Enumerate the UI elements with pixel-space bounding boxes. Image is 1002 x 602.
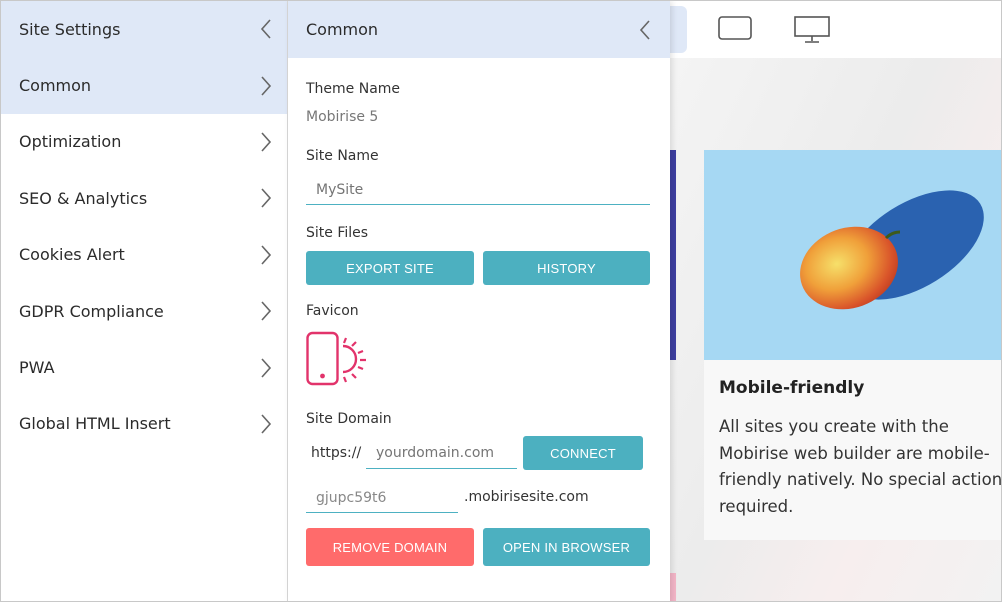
menu-item-label: GDPR Compliance: [19, 301, 164, 321]
preview-toolbar: [670, 1, 1001, 58]
remove-domain-button[interactable]: REMOVE DOMAIN: [306, 528, 474, 566]
chevron-right-icon: [261, 245, 272, 265]
site-domain-label: Site Domain: [306, 411, 392, 427]
site-name-input[interactable]: [306, 175, 650, 205]
app-frame: Site Settings Common Optimization SEO & …: [0, 0, 1002, 602]
menu-item-common[interactable]: Common: [1, 57, 287, 114]
connect-button[interactable]: CONNECT: [523, 436, 643, 470]
tablet-view-icon[interactable]: [718, 14, 752, 42]
export-site-button[interactable]: EXPORT SITE: [306, 251, 474, 285]
chevron-left-icon[interactable]: [259, 17, 273, 41]
panel-header: Common: [288, 1, 670, 58]
chevron-right-icon: [261, 301, 272, 321]
preview-accent-bar: [670, 150, 676, 360]
chevron-right-icon: [261, 132, 272, 152]
card-text: All sites you create with the Mobirise w…: [719, 417, 1002, 516]
site-files-label: Site Files: [306, 225, 369, 241]
favicon-picker[interactable]: [306, 331, 372, 387]
theme-name-label: Theme Name: [306, 81, 401, 97]
card-title: Mobile-friendly: [719, 378, 865, 398]
chevron-right-icon: [261, 414, 272, 434]
site-settings-menu: Site Settings Common Optimization SEO & …: [1, 1, 288, 601]
menu-header-label: Site Settings: [19, 19, 121, 39]
menu-item-seo-analytics[interactable]: SEO & Analytics: [1, 170, 287, 226]
chevron-right-icon: [261, 188, 272, 208]
phone-favicon-icon: [306, 331, 366, 386]
close-panel-chevron-icon[interactable]: [638, 18, 652, 42]
menu-item-gdpr-compliance[interactable]: GDPR Compliance: [1, 283, 287, 339]
menu-item-optimization[interactable]: Optimization: [1, 114, 287, 170]
feature-card[interactable]: Mobile-friendly All sites you create wit…: [704, 150, 1002, 540]
menu-item-cookies-alert[interactable]: Cookies Alert: [1, 227, 287, 283]
preview-pink-strip: [670, 573, 676, 601]
desktop-view-icon[interactable]: [794, 14, 830, 44]
menu-item-pwa[interactable]: PWA: [1, 339, 287, 395]
menu-item-global-html-insert[interactable]: Global HTML Insert: [1, 396, 287, 452]
panel-title: Common: [306, 20, 379, 39]
menu-item-label: Cookies Alert: [19, 245, 125, 265]
site-preview: Mobile-friendly All sites you create wit…: [670, 58, 1002, 601]
common-settings-panel: Common Theme Name Mobirise 5 Site Name S…: [288, 1, 670, 601]
subdomain-input[interactable]: [306, 483, 458, 513]
https-prefix: https://: [311, 445, 362, 461]
chevron-right-icon: [261, 76, 272, 96]
open-in-browser-button[interactable]: OPEN IN BROWSER: [483, 528, 650, 566]
chevron-right-icon: [261, 357, 272, 378]
history-button[interactable]: HISTORY: [483, 251, 650, 285]
mango-image: [704, 150, 1001, 360]
menu-item-label: SEO & Analytics: [19, 188, 148, 208]
favicon-label: Favicon: [306, 303, 359, 319]
panel-tab-edge: [670, 6, 687, 53]
menu-header[interactable]: Site Settings: [1, 1, 287, 58]
subdomain-suffix: .mobirisesite.com: [464, 489, 589, 505]
site-name-label: Site Name: [306, 148, 379, 164]
domain-input[interactable]: [366, 437, 517, 469]
menu-item-label: PWA: [19, 358, 55, 378]
theme-name-value: Mobirise 5: [306, 109, 379, 125]
menu-item-label: Global HTML Insert: [19, 414, 171, 434]
menu-item-label: Optimization: [19, 132, 122, 152]
menu-item-label: Common: [19, 76, 92, 96]
